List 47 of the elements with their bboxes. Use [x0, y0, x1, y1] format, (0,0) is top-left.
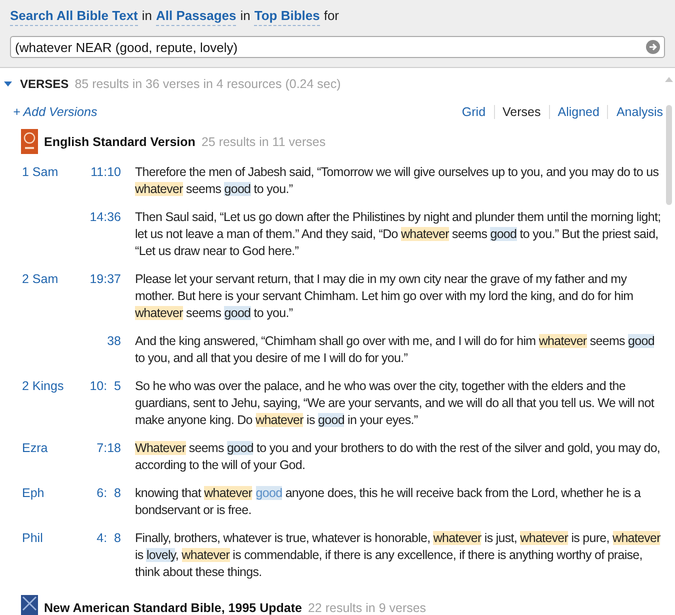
section-title: VERSES: [20, 77, 69, 91]
book-reference-link[interactable]: Phil: [22, 530, 67, 581]
verse-text: Finally, brothers, whatever is true, whatever is honorable, whatever is just, whatever is pure, whatever is lovely, whatever is commendable, if there is any excellence, if there is anything worthy of praise, think about these things.: [135, 530, 662, 581]
scope-dropdown[interactable]: All Passages: [156, 8, 236, 26]
book-cover-icon: [21, 129, 38, 154]
verse-text: knowing that whatever good anyone does, this he will receive back from the Lord, whether he is a bondservant or is free.: [135, 485, 642, 519]
book-reference-link[interactable]: Ezra: [22, 440, 67, 474]
add-versions-link[interactable]: + Add Versions: [13, 105, 98, 119]
verse-text: Then Saul said, “Let us go down after the Philistines by night and plunder them until the morning light; let us not leave a man of them.” And they said, “Do whatever seems good to you.” But the priest said, “Let us draw near to God here.”: [135, 209, 662, 260]
book-cover-icon: [21, 595, 38, 615]
resource-result-count: 22 results in 9 verses: [308, 600, 426, 614]
view-tab[interactable]: Grid: [462, 105, 486, 119]
resource-result-count: 25 results in 11 verses: [201, 134, 326, 148]
view-tab[interactable]: Analysis: [616, 105, 663, 119]
scroll-thumb[interactable]: [666, 105, 672, 205]
verse-reference-link[interactable]: 11:10: [81, 164, 121, 198]
verse-reference-link[interactable]: 19:37: [81, 271, 121, 322]
verse-reference-link[interactable]: 14:36: [81, 209, 121, 260]
view-tab[interactable]: Aligned: [558, 105, 600, 119]
verse-reference-link[interactable]: 4: 8: [81, 530, 121, 581]
verse-text: And the king answered, “Chimham shall go over with me, and I will do for him whatever seems good to you, and all that you desire of me I will do for you.”: [135, 333, 656, 367]
verse-reference-link[interactable]: 38: [81, 333, 121, 367]
query-input[interactable]: (whatever NEAR (good, repute, lovely): [15, 40, 646, 54]
search-label: for: [324, 8, 339, 23]
verse-text: Please let your servant return, that I may die in my own city near the grave of my father and my mother. But here is your servant Chimham. Let him go over with my lord the king, and do for him whatever seems good to you.”: [135, 271, 634, 322]
expand-triangle-icon[interactable]: [4, 80, 12, 88]
search-label: in: [240, 8, 250, 23]
results-summary: 85 results in 36 verses in 4 resources (0.24 sec): [74, 77, 341, 91]
verse-text: Whatever seems good to you and your brothers to do with the rest of the silver and gold, you may do, according to the will of your God.: [135, 440, 662, 474]
search-label: in: [142, 8, 152, 23]
scroll-up-icon[interactable]: [665, 76, 673, 82]
verse-reference-link[interactable]: 10: 5: [81, 378, 121, 429]
resource-title[interactable]: English Standard Version: [44, 134, 196, 148]
verse-reference-link[interactable]: 7:18: [81, 440, 121, 474]
book-reference-link[interactable]: Eph: [22, 485, 67, 519]
verse-text: So he who was over the palace, and he who was over the city, together with the elders and the guardians, sent to Jehu, saying, “We are your servants, and we will do all that you tell us. We will not make anyone king. Do whatever is good in your eyes.”: [135, 378, 656, 429]
scope-dropdown[interactable]: Top Bibles: [254, 8, 320, 26]
verse-text: Therefore the men of Jabesh said, “Tomorrow we will give ourselves up to you, and you may do to us whatever seems good to you.”: [135, 164, 660, 198]
book-reference-link[interactable]: 2 Sam: [22, 271, 67, 322]
verse-reference-link[interactable]: 6: 8: [81, 485, 121, 519]
resource-title[interactable]: New American Standard Bible, 1995 Update: [44, 600, 302, 614]
scope-dropdown[interactable]: Search All Bible Text: [10, 8, 138, 26]
view-tab[interactable]: Verses: [502, 105, 541, 119]
book-reference-link[interactable]: 1 Sam: [22, 164, 67, 198]
book-reference-link[interactable]: 2 Kings: [22, 378, 67, 429]
go-arrow-icon[interactable]: [646, 40, 660, 54]
search-field[interactable]: (whatever NEAR (good, repute, lovely): [10, 36, 665, 58]
